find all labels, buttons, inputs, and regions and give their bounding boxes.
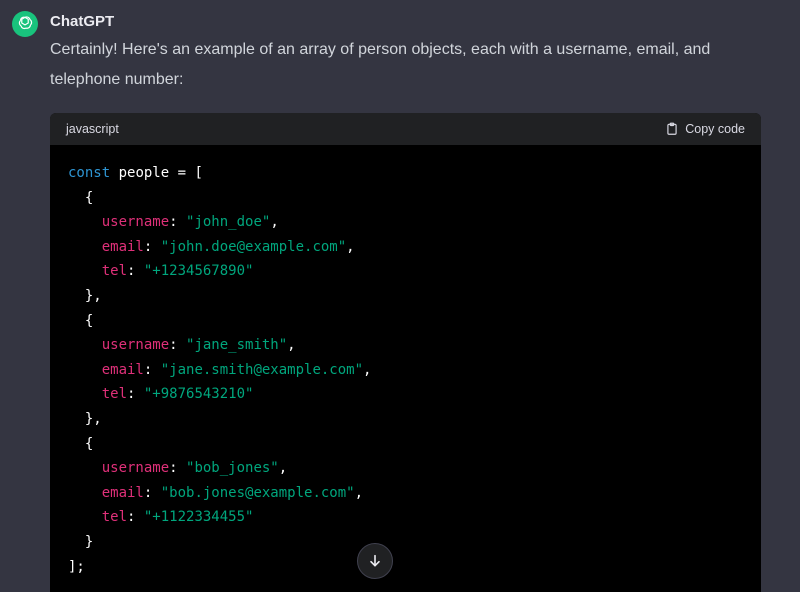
code-value-email: "jane.smith@example.com" [160, 361, 364, 378]
code-value-email: "john.doe@example.com" [160, 238, 347, 255]
code-variable-name: people [118, 165, 170, 181]
openai-logo-icon [18, 16, 33, 30]
code-value-tel: "+1234567890" [143, 263, 254, 280]
chat-page: ChatGPT Certainly! Here's an example of … [0, 0, 800, 592]
copy-code-button[interactable]: Copy code [665, 122, 745, 136]
code-language-label: javascript [66, 122, 119, 136]
code-block: javascript Copy code const people = [ { … [50, 113, 761, 592]
code-value-username: "bob_jones" [186, 460, 279, 477]
code-value-tel: "+9876543210" [143, 386, 254, 403]
code-key-email: email [101, 361, 144, 378]
code-key-tel: tel [101, 263, 128, 280]
code-value-tel: "+1122334455" [143, 509, 254, 526]
code-value-email: "bob.jones@example.com" [160, 484, 355, 501]
copy-code-label: Copy code [685, 122, 745, 136]
code-keyword: const [68, 165, 111, 181]
scroll-to-bottom-button[interactable] [357, 543, 393, 579]
code-value-username: "john_doe" [186, 214, 271, 231]
assistant-message-text: Certainly! Here's an example of an array… [50, 41, 711, 88]
code-key-email: email [101, 238, 144, 255]
code-open-bracket: [ [194, 165, 203, 181]
chatgpt-avatar [12, 11, 38, 37]
code-key-username: username [101, 337, 170, 354]
code-key-tel: tel [101, 386, 128, 403]
arrow-down-icon [370, 554, 380, 567]
code-key-username: username [101, 214, 170, 231]
message-author: ChatGPT [50, 13, 115, 30]
code-operator: = [169, 165, 195, 181]
clipboard-icon [667, 122, 677, 135]
code-closing: ]; [68, 558, 85, 575]
code-value-username: "jane_smith" [186, 337, 288, 354]
code-key-username: username [101, 460, 170, 477]
code-key-tel: tel [101, 509, 128, 526]
code-key-email: email [101, 484, 144, 501]
code-body: const people = [ { username: "john_doe",… [68, 165, 372, 575]
code-block-header: javascript Copy code [50, 113, 761, 145]
